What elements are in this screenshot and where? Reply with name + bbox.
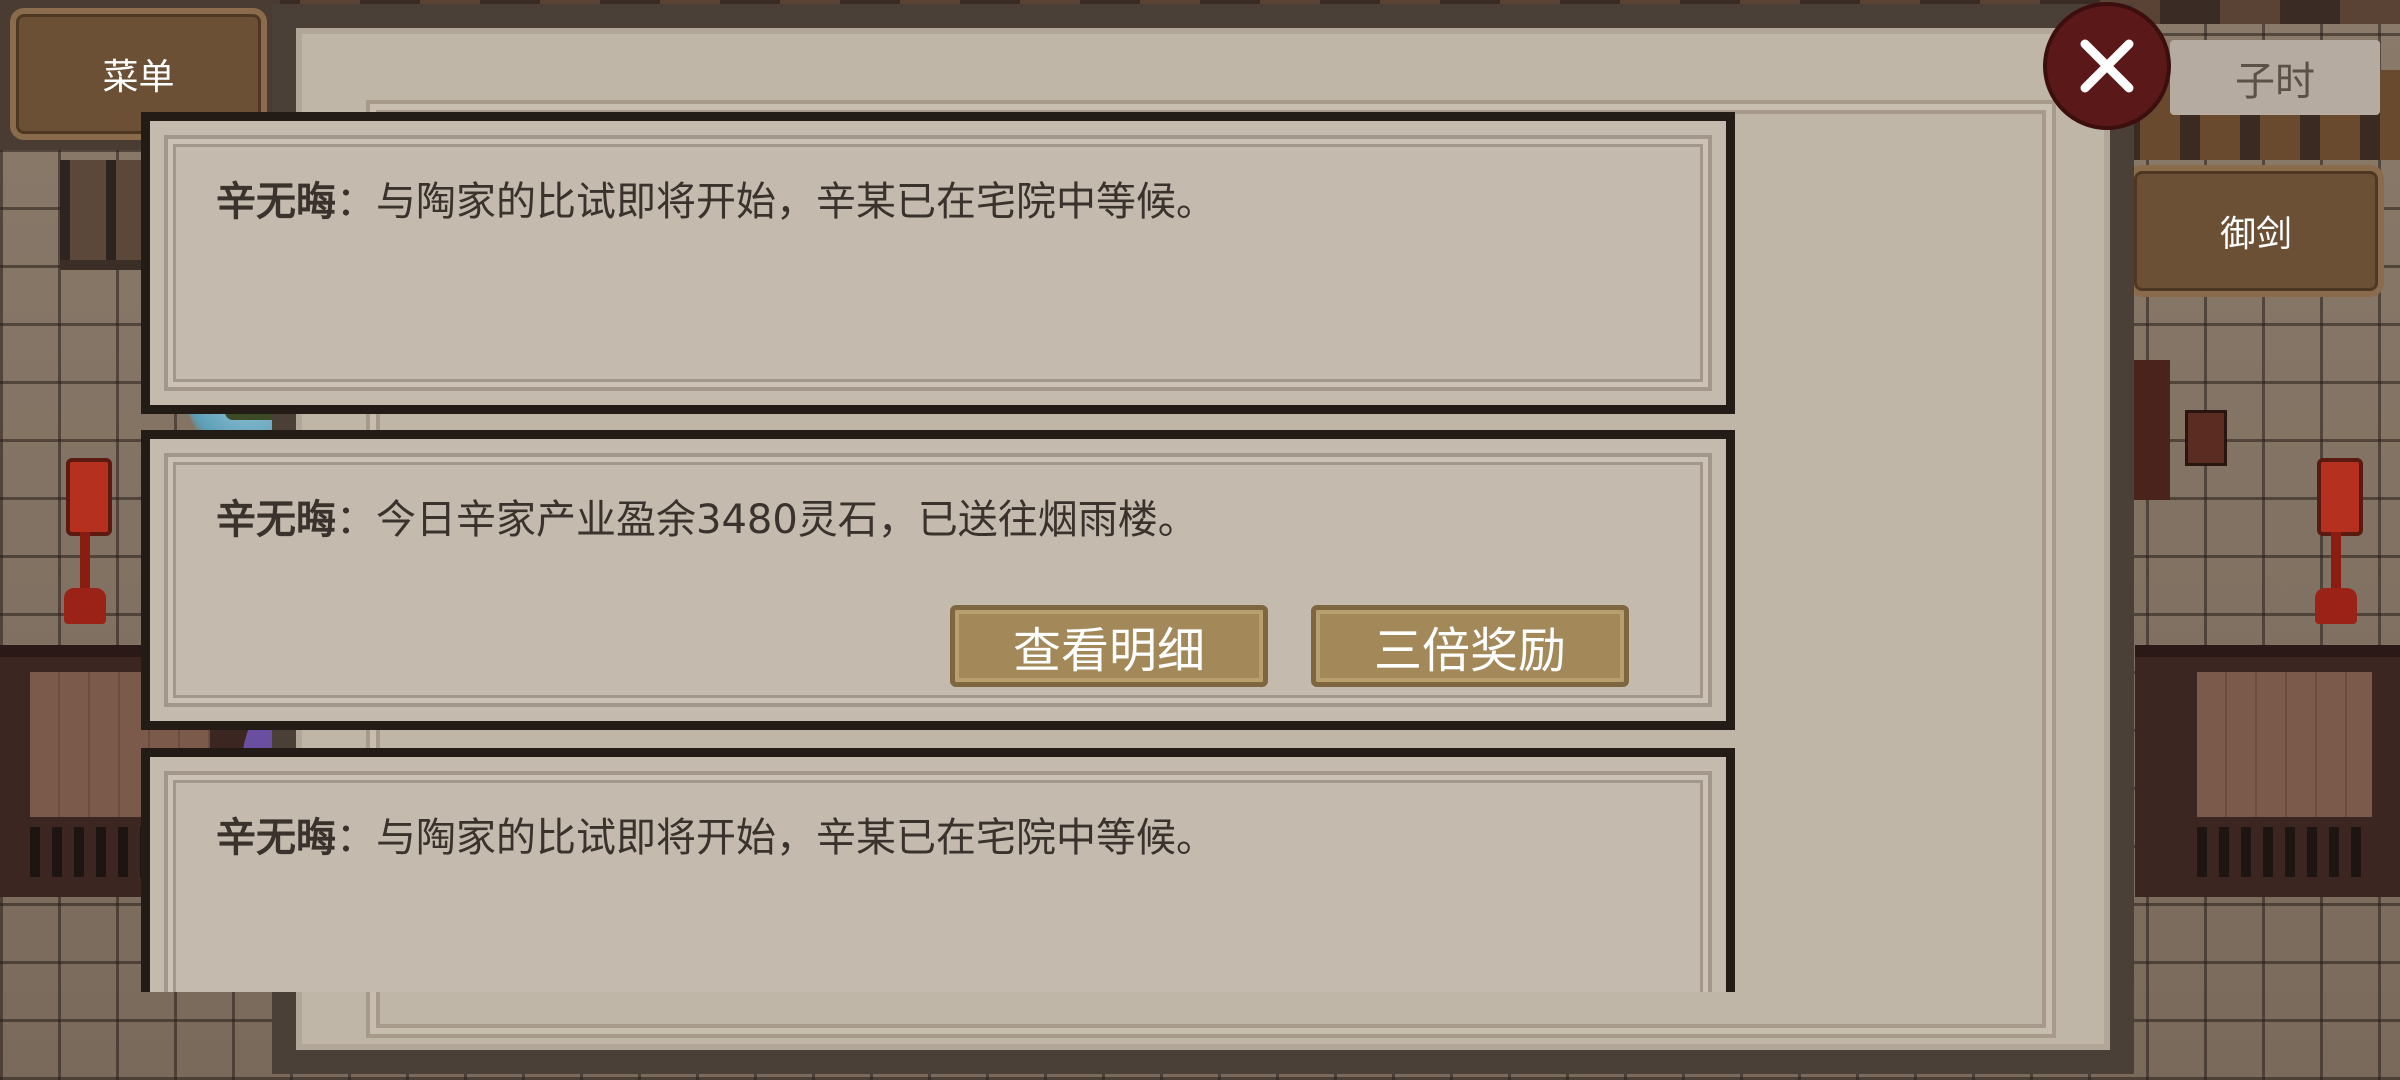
message-body: 与陶家的比试即将开始，辛某已在宅院中等候。 <box>376 179 1216 225</box>
right-cabinet <box>2130 360 2170 500</box>
lantern-right <box>2313 458 2363 628</box>
close-icon <box>2080 39 2134 93</box>
message-speaker: 辛无晦 <box>216 497 336 543</box>
message-body: 与陶家的比试即将开始，辛某已在宅院中等候。 <box>376 815 1216 861</box>
time-indicator: 子时 <box>2170 40 2380 115</box>
message-card: 辛无晦：与陶家的比试即将开始，辛某已在宅院中等候。 <box>141 112 1735 414</box>
message-body: 今日辛家产业盈余3480灵石，已送往烟雨楼。 <box>376 497 1198 543</box>
message-text: 辛无晦：与陶家的比试即将开始，辛某已在宅院中等候。 <box>216 805 1216 863</box>
message-card: 辛无晦：今日辛家产业盈余3480灵石，已送往烟雨楼。 查看明细 三倍奖励 <box>141 430 1735 730</box>
message-separator: ： <box>336 815 376 861</box>
message-separator: ： <box>336 497 376 543</box>
right-chair <box>2185 410 2227 466</box>
sword-flight-button[interactable]: 御剑 <box>2128 165 2384 297</box>
lantern-left <box>62 458 112 628</box>
close-button[interactable] <box>2043 2 2171 130</box>
view-details-button[interactable]: 查看明细 <box>950 605 1268 687</box>
message-text: 辛无晦：与陶家的比试即将开始，辛某已在宅院中等候。 <box>216 169 1216 227</box>
message-separator: ： <box>336 179 376 225</box>
message-speaker: 辛无晦 <box>216 179 336 225</box>
game-screen: 菜单 子时 御剑 辛无晦：与陶家的比试即将开始，辛某已在宅院中等候。 辛无晦：今… <box>0 0 2400 1080</box>
right-table <box>2135 645 2400 897</box>
message-list[interactable]: 辛无晦：与陶家的比试即将开始，辛某已在宅院中等候。 辛无晦：今日辛家产业盈余34… <box>141 112 1735 992</box>
message-speaker: 辛无晦 <box>216 815 336 861</box>
triple-reward-button[interactable]: 三倍奖励 <box>1311 605 1629 687</box>
message-text: 辛无晦：今日辛家产业盈余3480灵石，已送往烟雨楼。 <box>216 487 1198 545</box>
message-card: 辛无晦：与陶家的比试即将开始，辛某已在宅院中等候。 <box>141 748 1735 992</box>
